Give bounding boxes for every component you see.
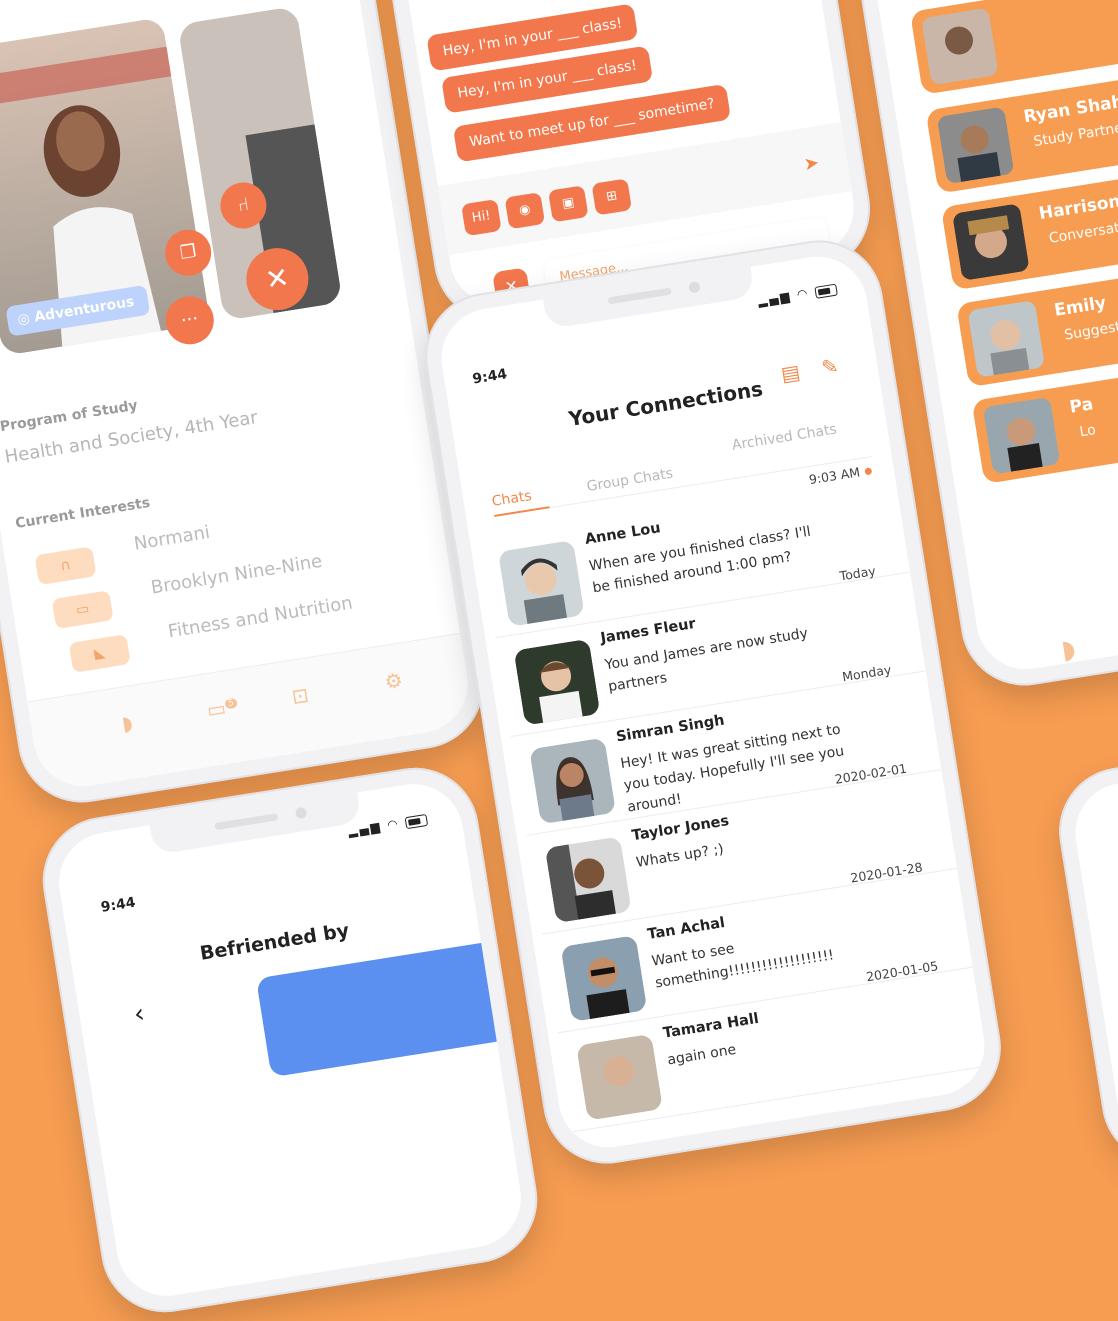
wifi-icon: ◠: [386, 816, 401, 833]
home-logo-icon[interactable]: ◗: [1059, 634, 1077, 666]
front-camera: [688, 281, 701, 294]
suggestion-photo: [936, 106, 1015, 185]
contacts-icon[interactable]: ▤: [778, 359, 803, 386]
front-camera: [294, 806, 308, 820]
suggestion-name: Harrison: [1037, 191, 1118, 225]
befriended-phone: 9:44 ▂▄▆ ◠ Befriended by ‹: [33, 758, 547, 1321]
corner-phone: [1049, 746, 1118, 1174]
suggestion-card-partial[interactable]: [909, 0, 1118, 95]
chat-icon: ···: [179, 308, 200, 332]
interest-label-0: Normani: [132, 521, 212, 555]
notch: [149, 792, 362, 855]
image-icon: ▣: [560, 194, 576, 212]
battery-icon: [814, 283, 838, 299]
suggestion-subtitle: Suggested: [1063, 316, 1118, 344]
suggestion-photo: [952, 203, 1030, 281]
befriended-screen: 9:44 ▂▄▆ ◠ Befriended by ‹: [51, 776, 529, 1304]
back-chevron-icon[interactable]: ‹: [132, 999, 147, 1030]
tv-icon: ▭: [74, 600, 91, 619]
signal-icon: ▂▄▆: [347, 819, 383, 839]
interest-chip-1: ▭: [51, 590, 114, 629]
compose-icon[interactable]: ✎: [817, 353, 842, 379]
suggestion-photo: [921, 7, 999, 86]
speaker: [607, 287, 672, 305]
avatar: [529, 737, 617, 825]
compass-icon: ◎: [16, 310, 31, 329]
greeting-button[interactable]: Hi!: [461, 198, 502, 237]
avatar: [497, 539, 585, 627]
avatar: [560, 934, 648, 1022]
wifi-icon: ◠: [795, 285, 811, 302]
image-button[interactable]: ▣: [548, 185, 589, 223]
avatar: [576, 1033, 664, 1121]
befriended-card[interactable]: [255, 941, 509, 1078]
avatar: [544, 836, 632, 924]
avatar: [513, 638, 601, 726]
sneaker-icon: ◣: [93, 644, 107, 663]
profile-screen: ◎ Adventurous ··· ❐ ⑁ ✕ Program of Study…: [0, 0, 475, 794]
status-icons: ▂▄▆ ◠: [347, 812, 429, 839]
suggestion-photo: [967, 299, 1046, 378]
chat-name: Anne Lou: [583, 520, 662, 548]
signal-icon: ▂▄▆: [756, 288, 793, 308]
suggestion-name: Emily: [1052, 292, 1108, 321]
close-icon: ✕: [263, 260, 292, 297]
inbox-icon[interactable]: ▭5: [205, 694, 239, 722]
connections-icon[interactable]: ⊡: [290, 683, 310, 709]
chair-icon: ⑁: [236, 193, 251, 217]
connections-screen: 9:44 ▂▄▆ ◠ Your Connections ▤ ✎ Chats Gr…: [434, 249, 992, 1155]
status-time: 9:44: [99, 894, 137, 916]
quick-reply-0-text: Hey, I'm in your ___ class!: [456, 57, 639, 102]
suggestion-name: Pa: [1068, 394, 1095, 418]
chat-time: 9:03 AM: [807, 464, 861, 488]
interest-chip-2: ◣: [68, 634, 131, 673]
interests-label: Current Interests: [14, 494, 152, 533]
tab-chats[interactable]: Chats: [491, 488, 533, 510]
interest-chip-0: ∩: [34, 546, 97, 586]
battery-icon: [404, 813, 429, 829]
inbox-badge: 5: [224, 698, 238, 710]
chat-name: Tan Achal: [646, 914, 727, 943]
interest-label-2: Fitness and Nutrition: [166, 592, 355, 643]
camera-icon: ◉: [517, 201, 532, 219]
speaker: [214, 813, 279, 831]
home-logo-icon[interactable]: ◗: [120, 710, 134, 735]
tab-group-chats[interactable]: Group Chats: [586, 466, 675, 495]
book-icon: ❐: [178, 240, 198, 264]
status-time: 9:44: [471, 366, 509, 388]
unread-indicator: [864, 467, 873, 476]
file-plus-icon: ⊞: [605, 188, 619, 205]
headphones-icon: ∩: [59, 557, 72, 575]
settings-gear-icon[interactable]: ⚙: [383, 668, 404, 695]
camera-button[interactable]: ◉: [504, 192, 546, 230]
send-icon[interactable]: ➤: [802, 152, 820, 175]
corner-screen: [1068, 765, 1118, 1155]
status-icons: ▂▄▆ ◠: [757, 282, 838, 308]
tab-archived-chats[interactable]: Archived Chats: [731, 421, 838, 453]
interest-label-1: Brooklyn Nine-Nine: [149, 550, 324, 599]
suggestion-photo: [982, 396, 1061, 475]
suggestion-subtitle: Lo: [1078, 422, 1097, 441]
file-button[interactable]: ⊞: [591, 178, 633, 216]
greeting-button-label: Hi!: [470, 208, 492, 226]
